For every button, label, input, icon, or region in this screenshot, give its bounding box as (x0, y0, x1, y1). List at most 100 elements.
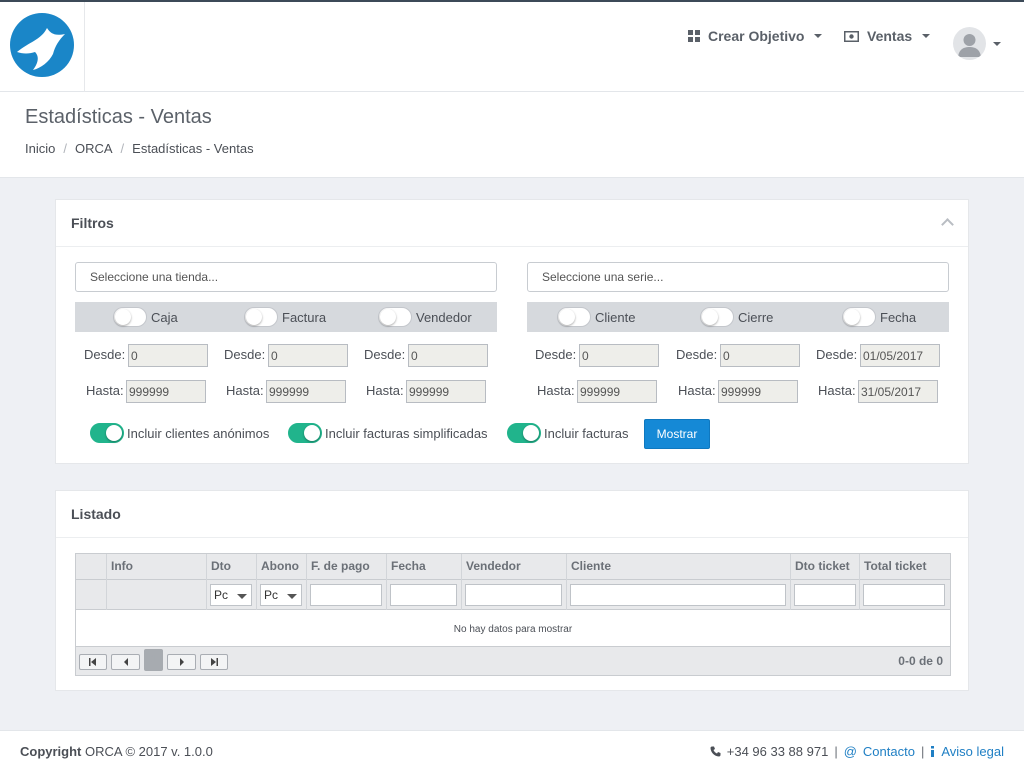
contacto-link[interactable]: Contacto (863, 744, 915, 759)
factura-desde-input[interactable] (268, 344, 348, 367)
copyright: Copyright ORCA © 2017 v. 1.0.0 (20, 744, 213, 759)
option-facturas-simplificadas[interactable]: Incluir facturas simplificadas (288, 423, 488, 443)
switch-icon[interactable] (378, 307, 412, 327)
breadcrumb-orca[interactable]: ORCA (75, 141, 113, 156)
switch-icon[interactable] (557, 307, 591, 327)
toggle-caja[interactable]: Caja (113, 307, 178, 327)
footer-links: +34 96 33 88 971 | @ Contacto | Aviso le… (710, 744, 1004, 759)
info-icon (931, 746, 935, 757)
ventas-label: Ventas (867, 28, 913, 44)
column-header-abono[interactable]: Abono (257, 554, 307, 580)
option-facturas[interactable]: Incluir facturas (507, 423, 629, 443)
dto-filter-select[interactable]: Pc (210, 584, 252, 606)
abono-filter-select[interactable]: Pc (260, 584, 302, 606)
crear-objetivo-label: Crear Objetivo (708, 28, 805, 44)
serie-select[interactable]: Seleccione una serie... (527, 262, 949, 292)
fecha-hasta-input[interactable] (858, 380, 938, 403)
fecha-filter-input[interactable] (390, 584, 457, 606)
vendedor-filter-input[interactable] (465, 584, 562, 606)
logo-container[interactable] (0, 2, 85, 92)
column-header-dto-ticket[interactable]: Dto ticket (791, 554, 860, 580)
next-page-button[interactable] (167, 654, 196, 670)
breadcrumb-separator: / (120, 141, 125, 156)
toggle-strip-right: Cliente Cierre Fecha (527, 302, 949, 332)
option-facturas-label: Incluir facturas (544, 425, 629, 441)
last-page-button[interactable] (200, 654, 228, 670)
ventas-menu[interactable]: Ventas (844, 28, 931, 44)
column-header-dto[interactable]: Dto (207, 554, 257, 580)
caja-desde-input[interactable] (128, 344, 208, 367)
fecha-desde-input[interactable] (860, 344, 940, 367)
desde-label: Desde: (535, 347, 577, 362)
top-navbar: Crear Objetivo Ventas (0, 0, 1024, 92)
mostrar-button[interactable]: Mostrar (644, 419, 710, 449)
switch-icon[interactable] (288, 423, 322, 443)
breadcrumb-inicio[interactable]: Inicio (25, 141, 55, 156)
breadcrumb: Inicio / ORCA / Estadísticas - Ventas (25, 141, 254, 156)
prev-page-button[interactable] (111, 654, 140, 670)
dto-ticket-filter-input[interactable] (794, 584, 856, 606)
user-icon (958, 34, 981, 57)
table-header: Info Dto Abono F. de pago Fecha Vendedor… (76, 554, 950, 580)
aviso-legal-link[interactable]: Aviso legal (941, 744, 1004, 759)
desde-label: Desde: (676, 347, 718, 362)
hasta-label: Hasta: (226, 383, 264, 398)
vendedor-desde-input[interactable] (408, 344, 488, 367)
column-header-info[interactable]: Info (107, 554, 207, 580)
desde-label: Desde: (224, 347, 266, 362)
cierre-desde-input[interactable] (720, 344, 800, 367)
switch-icon[interactable] (700, 307, 734, 327)
factura-hasta-input[interactable] (266, 380, 346, 403)
toggle-fecha[interactable]: Fecha (842, 307, 916, 327)
toggle-cliente[interactable]: Cliente (557, 307, 635, 327)
filter-cell (307, 580, 387, 610)
column-header-fecha[interactable]: Fecha (387, 554, 462, 580)
footer: Copyright ORCA © 2017 v. 1.0.0 +34 96 33… (0, 730, 1024, 768)
total-ticket-filter-input[interactable] (863, 584, 945, 606)
desde-label: Desde: (84, 347, 126, 362)
vendedor-hasta-input[interactable] (406, 380, 486, 403)
orca-logo-icon[interactable] (9, 12, 75, 78)
filtros-header[interactable]: Filtros (56, 200, 968, 247)
grid-icon (688, 30, 700, 42)
filter-cell (462, 580, 567, 610)
cliente-hasta-input[interactable] (577, 380, 657, 403)
next-page-icon (179, 658, 184, 666)
column-header-total-ticket[interactable]: Total ticket (860, 554, 950, 580)
switch-icon[interactable] (244, 307, 278, 327)
listado-header: Listado (56, 491, 968, 538)
chevron-down-icon (922, 34, 931, 38)
column-header-vendedor[interactable]: Vendedor (462, 554, 567, 580)
first-page-button[interactable] (79, 654, 107, 670)
toggle-vendedor[interactable]: Vendedor (378, 307, 472, 327)
tienda-select[interactable]: Seleccione una tienda... (75, 262, 497, 292)
crear-objetivo-menu[interactable]: Crear Objetivo (688, 28, 823, 44)
toggle-cierre[interactable]: Cierre (700, 307, 773, 327)
user-menu-caret-icon[interactable] (993, 42, 1001, 46)
switch-icon[interactable] (507, 423, 541, 443)
option-clientes-anonimos[interactable]: Incluir clientes anónimos (90, 423, 269, 443)
column-header-select[interactable] (76, 554, 107, 580)
cierre-hasta-input[interactable] (718, 380, 798, 403)
switch-icon[interactable] (113, 307, 147, 327)
cliente-filter-input[interactable] (570, 584, 786, 606)
toggle-vendedor-label: Vendedor (416, 309, 472, 325)
last-page-icon (211, 658, 218, 666)
caja-hasta-input[interactable] (126, 380, 206, 403)
column-header-cliente[interactable]: Cliente (567, 554, 791, 580)
hasta-label: Hasta: (86, 383, 124, 398)
avatar[interactable] (953, 27, 986, 60)
toggle-cierre-label: Cierre (738, 309, 774, 325)
chevron-up-icon[interactable] (941, 218, 954, 231)
toggle-caja-label: Caja (151, 309, 178, 325)
filter-cell (107, 580, 207, 610)
f-pago-filter-input[interactable] (310, 584, 382, 606)
chevron-down-icon (287, 594, 297, 599)
switch-icon[interactable] (90, 423, 124, 443)
switch-icon[interactable] (842, 307, 876, 327)
current-page[interactable]: 1 (144, 649, 163, 671)
breadcrumb-separator: / (63, 141, 67, 156)
column-header-f-pago[interactable]: F. de pago (307, 554, 387, 580)
toggle-factura[interactable]: Factura (244, 307, 326, 327)
cliente-desde-input[interactable] (579, 344, 659, 367)
